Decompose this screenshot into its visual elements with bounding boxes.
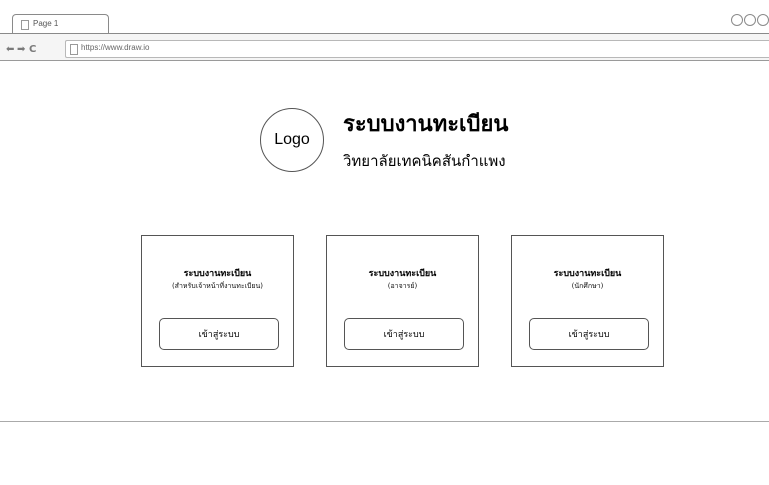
login-button-student[interactable]: เข้าสู่ระบบ [529, 318, 649, 350]
card-subtitle: (นักศึกษา) [571, 282, 604, 290]
url-input[interactable]: https://www.draw.io [65, 40, 769, 58]
address-bar-divider [0, 60, 769, 61]
window-control-icon[interactable] [757, 14, 769, 26]
window-control-icon[interactable] [731, 14, 743, 26]
card-subtitle: (สำหรับเจ้าหน้าที่งานทะเบียน) [171, 282, 264, 290]
login-card-teacher: ระบบงานทะเบียน (อาจารย์) เข้าสู่ระบบ [326, 235, 479, 367]
tab-label: Page 1 [33, 19, 59, 28]
page-subtitle: วิทยาลัยเทคนิคสันกำแพง [343, 152, 506, 170]
page-icon [70, 44, 78, 55]
logo-text: Logo [274, 131, 310, 148]
back-arrow-icon[interactable]: ⬅ [6, 45, 14, 55]
card-title: ระบบงานทะเบียน [183, 269, 252, 279]
page-title: ระบบงานทะเบียน [343, 112, 509, 137]
page-icon [21, 20, 29, 30]
card-subtitle: (อาจารย์) [387, 282, 418, 290]
browser-tab[interactable]: Page 1 [12, 14, 109, 34]
card-title: ระบบงานทะเบียน [553, 269, 622, 279]
login-button-staff[interactable]: เข้าสู่ระบบ [159, 318, 279, 350]
login-card-staff: ระบบงานทะเบียน (สำหรับเจ้าหน้าที่งานทะเบ… [141, 235, 294, 367]
footer-divider [0, 421, 769, 422]
window-control-icon[interactable] [744, 14, 756, 26]
reload-icon[interactable]: C [29, 45, 36, 55]
browser-tab-bar: Page 1 [0, 0, 769, 34]
forward-arrow-icon[interactable]: ➡ [17, 45, 25, 55]
login-button-teacher[interactable]: เข้าสู่ระบบ [344, 318, 464, 350]
logo: Logo [260, 108, 324, 172]
url-text: https://www.draw.io [81, 43, 150, 52]
login-card-student: ระบบงานทะเบียน (นักศึกษา) เข้าสู่ระบบ [511, 235, 664, 367]
card-title: ระบบงานทะเบียน [368, 269, 437, 279]
window-controls [730, 14, 769, 26]
